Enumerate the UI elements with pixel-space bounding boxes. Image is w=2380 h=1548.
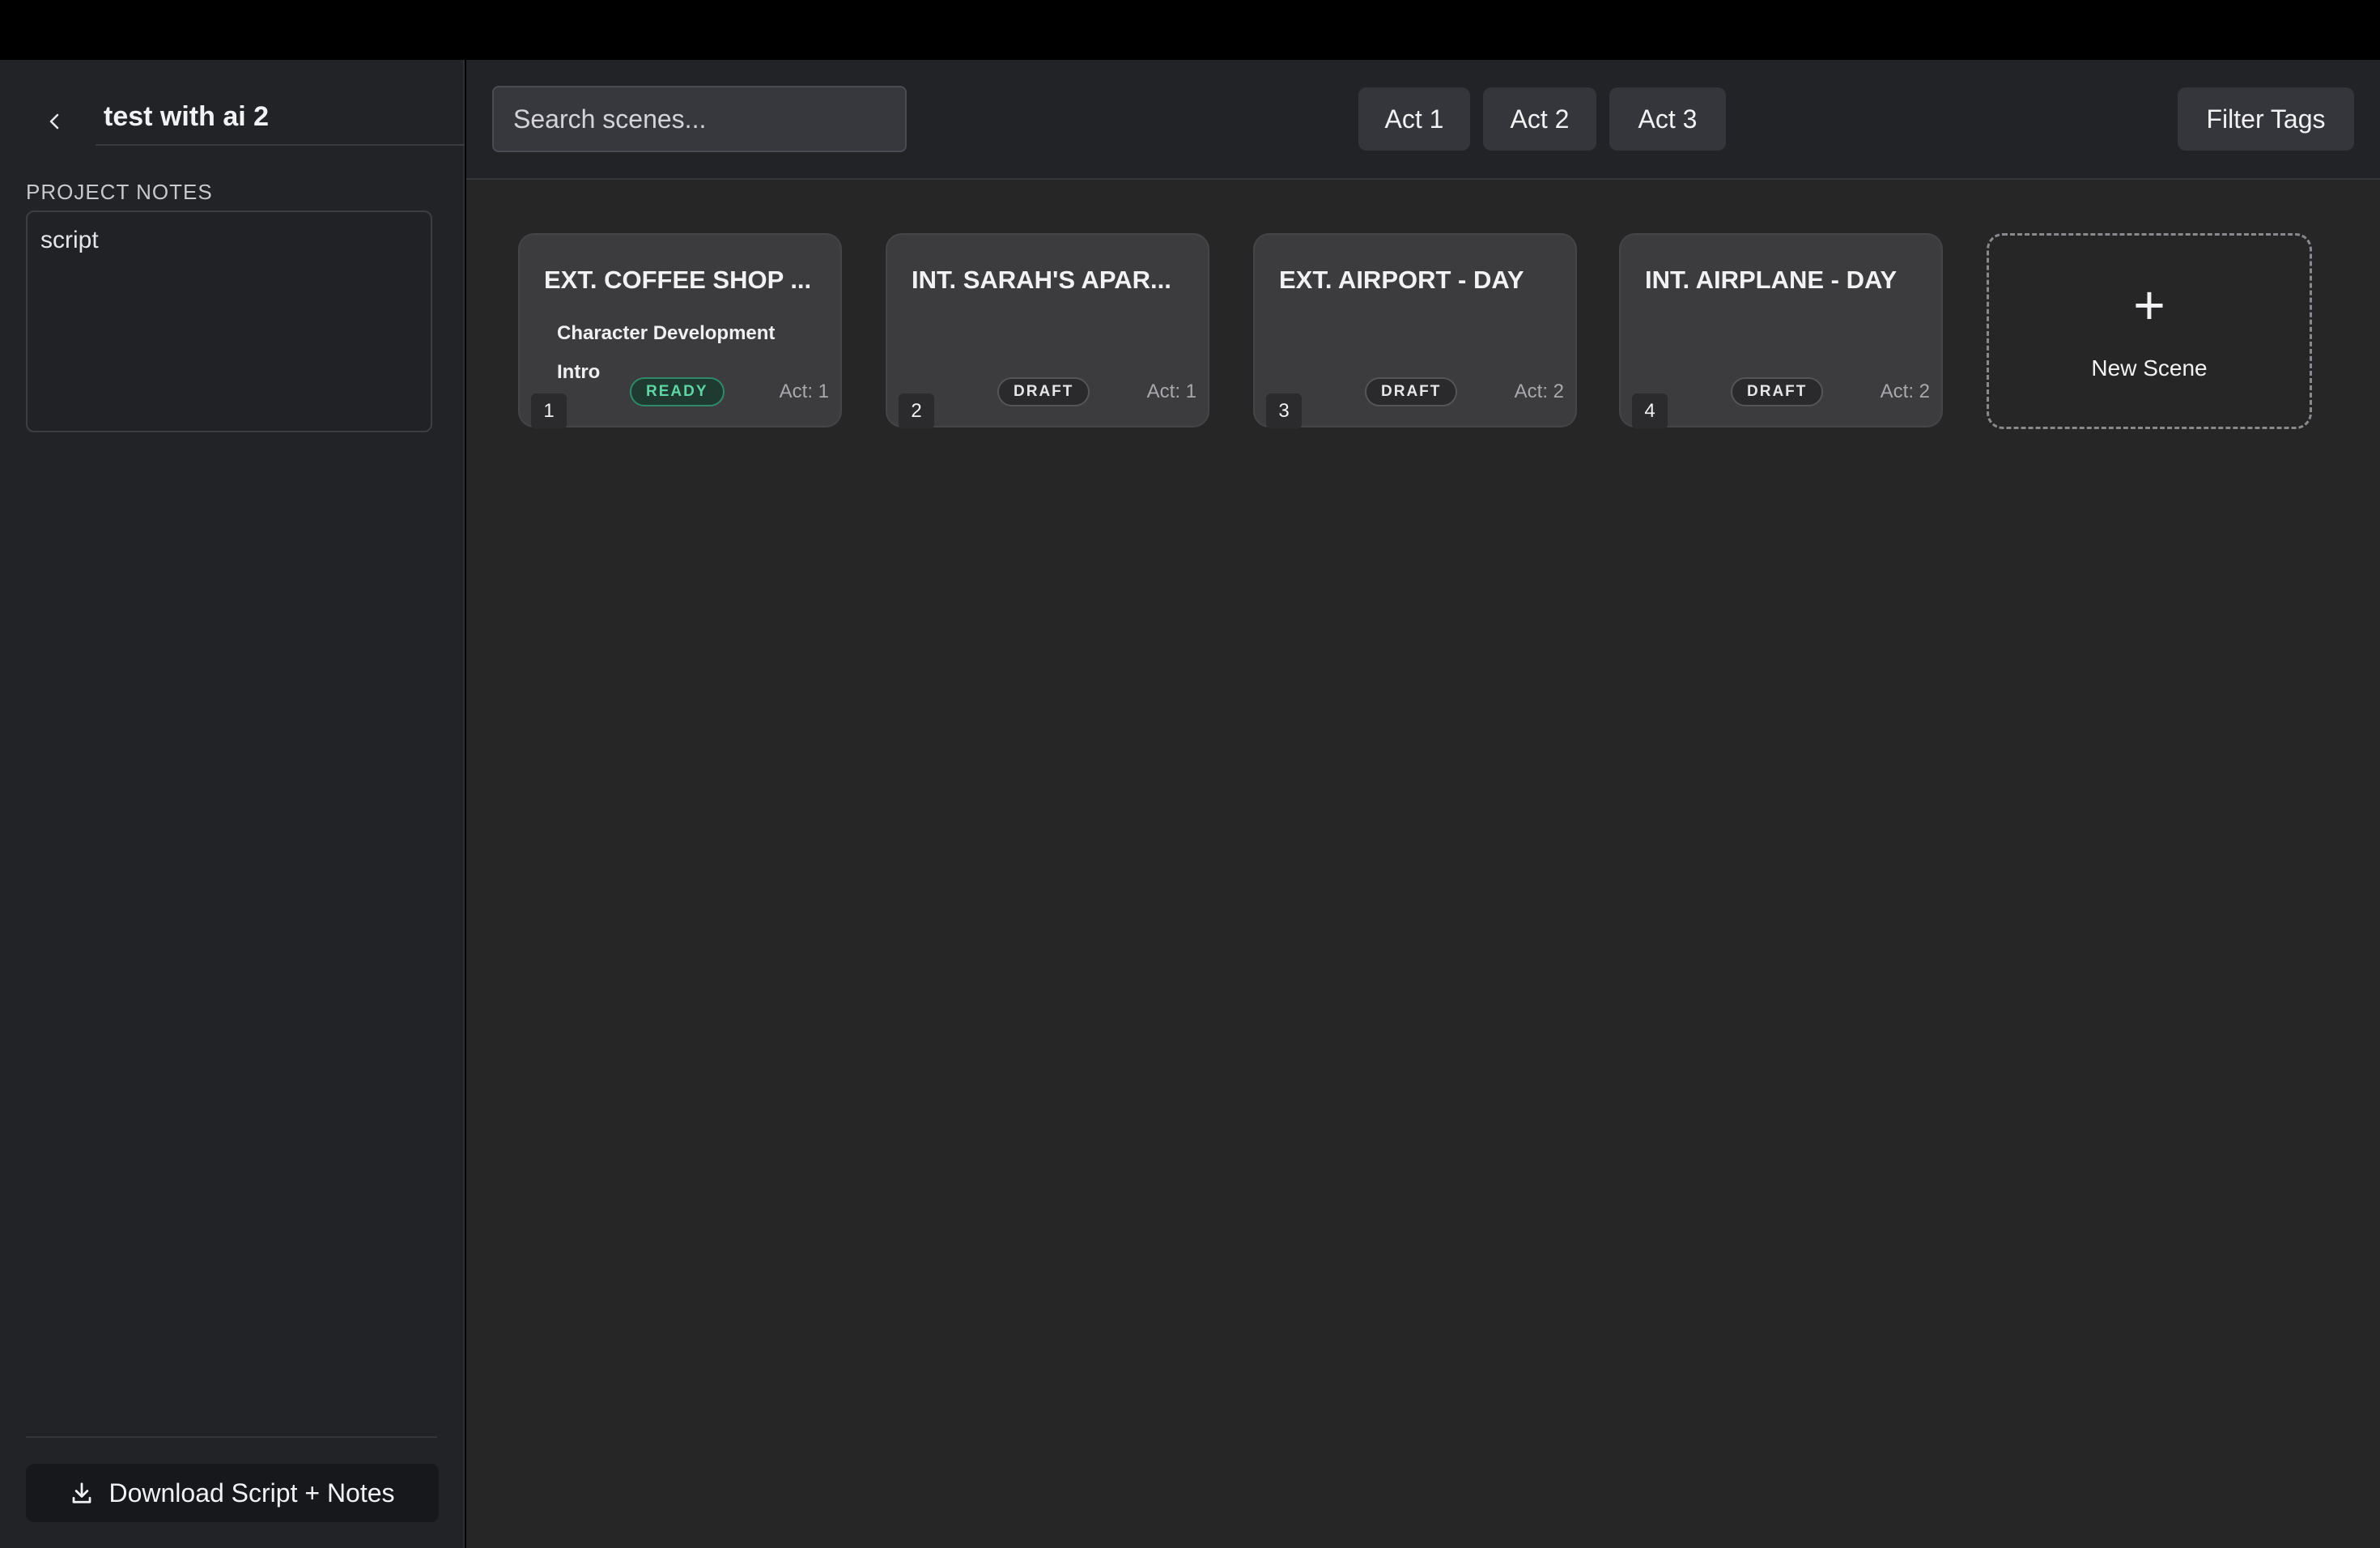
- new-scene-button[interactable]: + New Scene: [1987, 233, 2312, 429]
- toolbar: Act 1 Act 2 Act 3 Filter Tags: [466, 60, 2380, 180]
- scene-title: EXT. COFFEE SHOP ...: [544, 266, 812, 294]
- top-black-bar: [0, 0, 2380, 60]
- scene-number: 1: [531, 393, 567, 429]
- scene-title: EXT. AIRPORT - DAY: [1279, 266, 1524, 294]
- chevron-left-icon: [49, 113, 59, 130]
- search-input[interactable]: [492, 86, 907, 152]
- scene-card[interactable]: EXT. AIRPORT - DAY 3 DRAFT Act: 2: [1253, 233, 1577, 429]
- scene-title: INT. AIRPLANE - DAY: [1645, 266, 1898, 294]
- act-3-button[interactable]: Act 3: [1609, 87, 1726, 151]
- scene-act: Act: 2: [1880, 381, 1930, 402]
- scene-card[interactable]: INT. SARAH'S APAR... 2 DRAFT Act: 1: [886, 233, 1209, 429]
- status-badge: DRAFT: [1365, 377, 1458, 406]
- download-icon: [73, 1482, 91, 1503]
- new-scene-label: New Scene: [2091, 355, 2208, 381]
- scene-card[interactable]: INT. AIRPLANE - DAY 4 DRAFT Act: 2: [1619, 233, 1943, 429]
- scene-act: Act: 1: [1146, 381, 1196, 402]
- scene-number: 3: [1266, 393, 1302, 429]
- scene-tag: Character Development: [557, 322, 776, 344]
- status-badge: DRAFT: [1731, 377, 1824, 406]
- sidebar: test with ai 2 PROJECT NOTES script Down…: [0, 60, 465, 1548]
- scene-board: Act 1 Act 2 Act 3 Filter Tags EXT. COFFE…: [466, 60, 2380, 1548]
- status-badge: DRAFT: [997, 377, 1090, 406]
- act-2-button[interactable]: Act 2: [1483, 87, 1596, 151]
- project-notes-textarea[interactable]: script: [26, 211, 432, 432]
- download-script-button[interactable]: Download Script + Notes: [26, 1464, 439, 1522]
- act-1-button[interactable]: Act 1: [1358, 87, 1470, 151]
- scene-number: 2: [899, 393, 934, 429]
- sidebar-divider: [26, 1436, 437, 1438]
- back-button[interactable]: [36, 102, 74, 141]
- plus-icon: +: [2133, 274, 2165, 336]
- download-button-label: Download Script + Notes: [108, 1478, 395, 1508]
- scene-act: Act: 1: [779, 381, 829, 402]
- scene-number: 4: [1632, 393, 1668, 429]
- filter-tags-button[interactable]: Filter Tags: [2178, 87, 2354, 151]
- status-badge: READY: [630, 377, 725, 406]
- scene-card[interactable]: EXT. COFFEE SHOP ... Character Developme…: [518, 233, 842, 429]
- project-notes-label: PROJECT NOTES: [26, 180, 213, 204]
- scene-title: INT. SARAH'S APAR...: [912, 266, 1171, 294]
- scene-act: Act: 2: [1514, 381, 1564, 402]
- project-title[interactable]: test with ai 2: [96, 89, 465, 146]
